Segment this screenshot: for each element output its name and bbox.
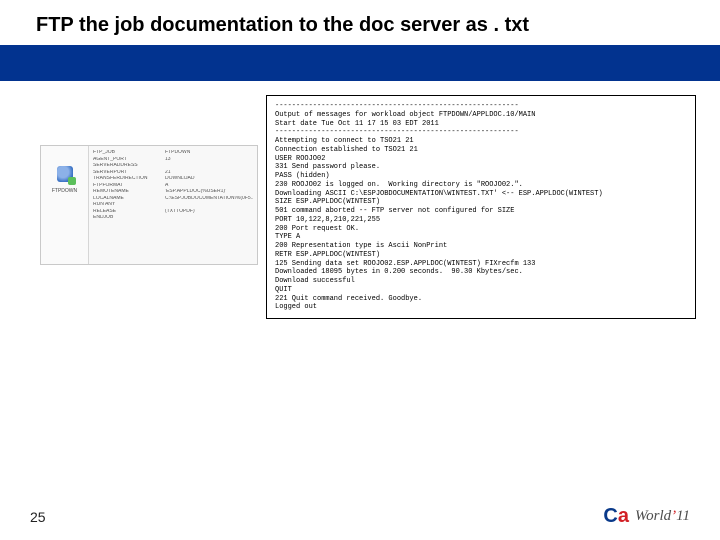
logo-letter-a: a bbox=[618, 505, 629, 528]
thumbnail-value: C:\ESPJOBDOCUMENTATION\%(0F5.1.TXT bbox=[165, 196, 253, 202]
logo-world-text: World’11 bbox=[635, 508, 690, 525]
logo-letter-c: C bbox=[603, 505, 617, 528]
ca-world-logo: Ca World’11 bbox=[603, 505, 690, 528]
thumbnail-key: REMOTENAME bbox=[93, 189, 165, 195]
content-area: FTPDOWN FTP_JOBFTPDOWNAGENT_PORT13SERVER… bbox=[0, 81, 720, 99]
ftp-output-log: ----------------------------------------… bbox=[266, 95, 696, 319]
thumbnail-key: RUN ANY bbox=[93, 202, 165, 208]
thumbnail-key: SERVERADDRESS bbox=[93, 163, 165, 169]
page-number: 25 bbox=[30, 509, 46, 525]
ftp-icon bbox=[57, 166, 73, 182]
thumbnail-row: AGENT_PORT13 bbox=[93, 157, 253, 163]
thumbnail-row: ENDJOB bbox=[93, 215, 253, 221]
thumbnail-row: REMOTENAME'ESP.APPLDOC(%USER1)' bbox=[93, 189, 253, 195]
thumbnail-value: FTPDOWN bbox=[165, 150, 253, 156]
thumbnail-key: RELEASE bbox=[93, 209, 165, 215]
thumbnail-key: LOCALNAME bbox=[93, 196, 165, 202]
thumbnail-row: RELEASE(TXTTOPDF) bbox=[93, 209, 253, 215]
thumbnail-row: LOCALNAMEC:\ESPJOBDOCUMENTATION\%(0F5.1.… bbox=[93, 196, 253, 202]
thumbnail-key: SERVERPORT bbox=[93, 170, 165, 176]
thumbnail-key: FTPFORMAT bbox=[93, 183, 165, 189]
thumbnail-value: (TXTTOPDF) bbox=[165, 209, 253, 215]
ftp-job-thumbnail: FTPDOWN FTP_JOBFTPDOWNAGENT_PORT13SERVER… bbox=[40, 145, 258, 265]
thumbnail-value: 21 bbox=[165, 170, 253, 176]
thumbnail-row: RUN ANY bbox=[93, 202, 253, 208]
slide-title: FTP the job documentation to the doc ser… bbox=[0, 0, 720, 45]
thumbnail-row: SERVERADDRESS bbox=[93, 163, 253, 169]
thumbnail-key: ENDJOB bbox=[93, 215, 165, 221]
thumbnail-row: FTP_JOBFTPDOWN bbox=[93, 150, 253, 156]
title-underline-bar bbox=[0, 45, 720, 81]
thumbnail-value: 'ESP.APPLDOC(%USER1)' bbox=[165, 189, 253, 195]
thumbnail-value bbox=[165, 163, 253, 169]
thumbnail-value: 13 bbox=[165, 157, 253, 163]
thumbnail-row: TRANSFERDIRECTIONDOWNLOAD bbox=[93, 176, 253, 182]
thumbnail-value: A bbox=[165, 183, 253, 189]
thumbnail-row: SERVERPORT21 bbox=[93, 170, 253, 176]
thumbnail-row: FTPFORMATA bbox=[93, 183, 253, 189]
thumbnail-value: DOWNLOAD bbox=[165, 176, 253, 182]
thumbnail-icon-panel: FTPDOWN bbox=[41, 146, 89, 264]
thumbnail-properties: FTP_JOBFTPDOWNAGENT_PORT13SERVERADDRESSS… bbox=[89, 146, 257, 264]
ftp-icon-label: FTPDOWN bbox=[45, 188, 84, 194]
slide-footer: 25 Ca World’11 bbox=[30, 505, 690, 528]
thumbnail-value bbox=[165, 202, 253, 208]
thumbnail-value bbox=[165, 215, 253, 221]
thumbnail-key: AGENT_PORT bbox=[93, 157, 165, 163]
thumbnail-key: FTP_JOB bbox=[93, 150, 165, 156]
thumbnail-key: TRANSFERDIRECTION bbox=[93, 176, 165, 182]
